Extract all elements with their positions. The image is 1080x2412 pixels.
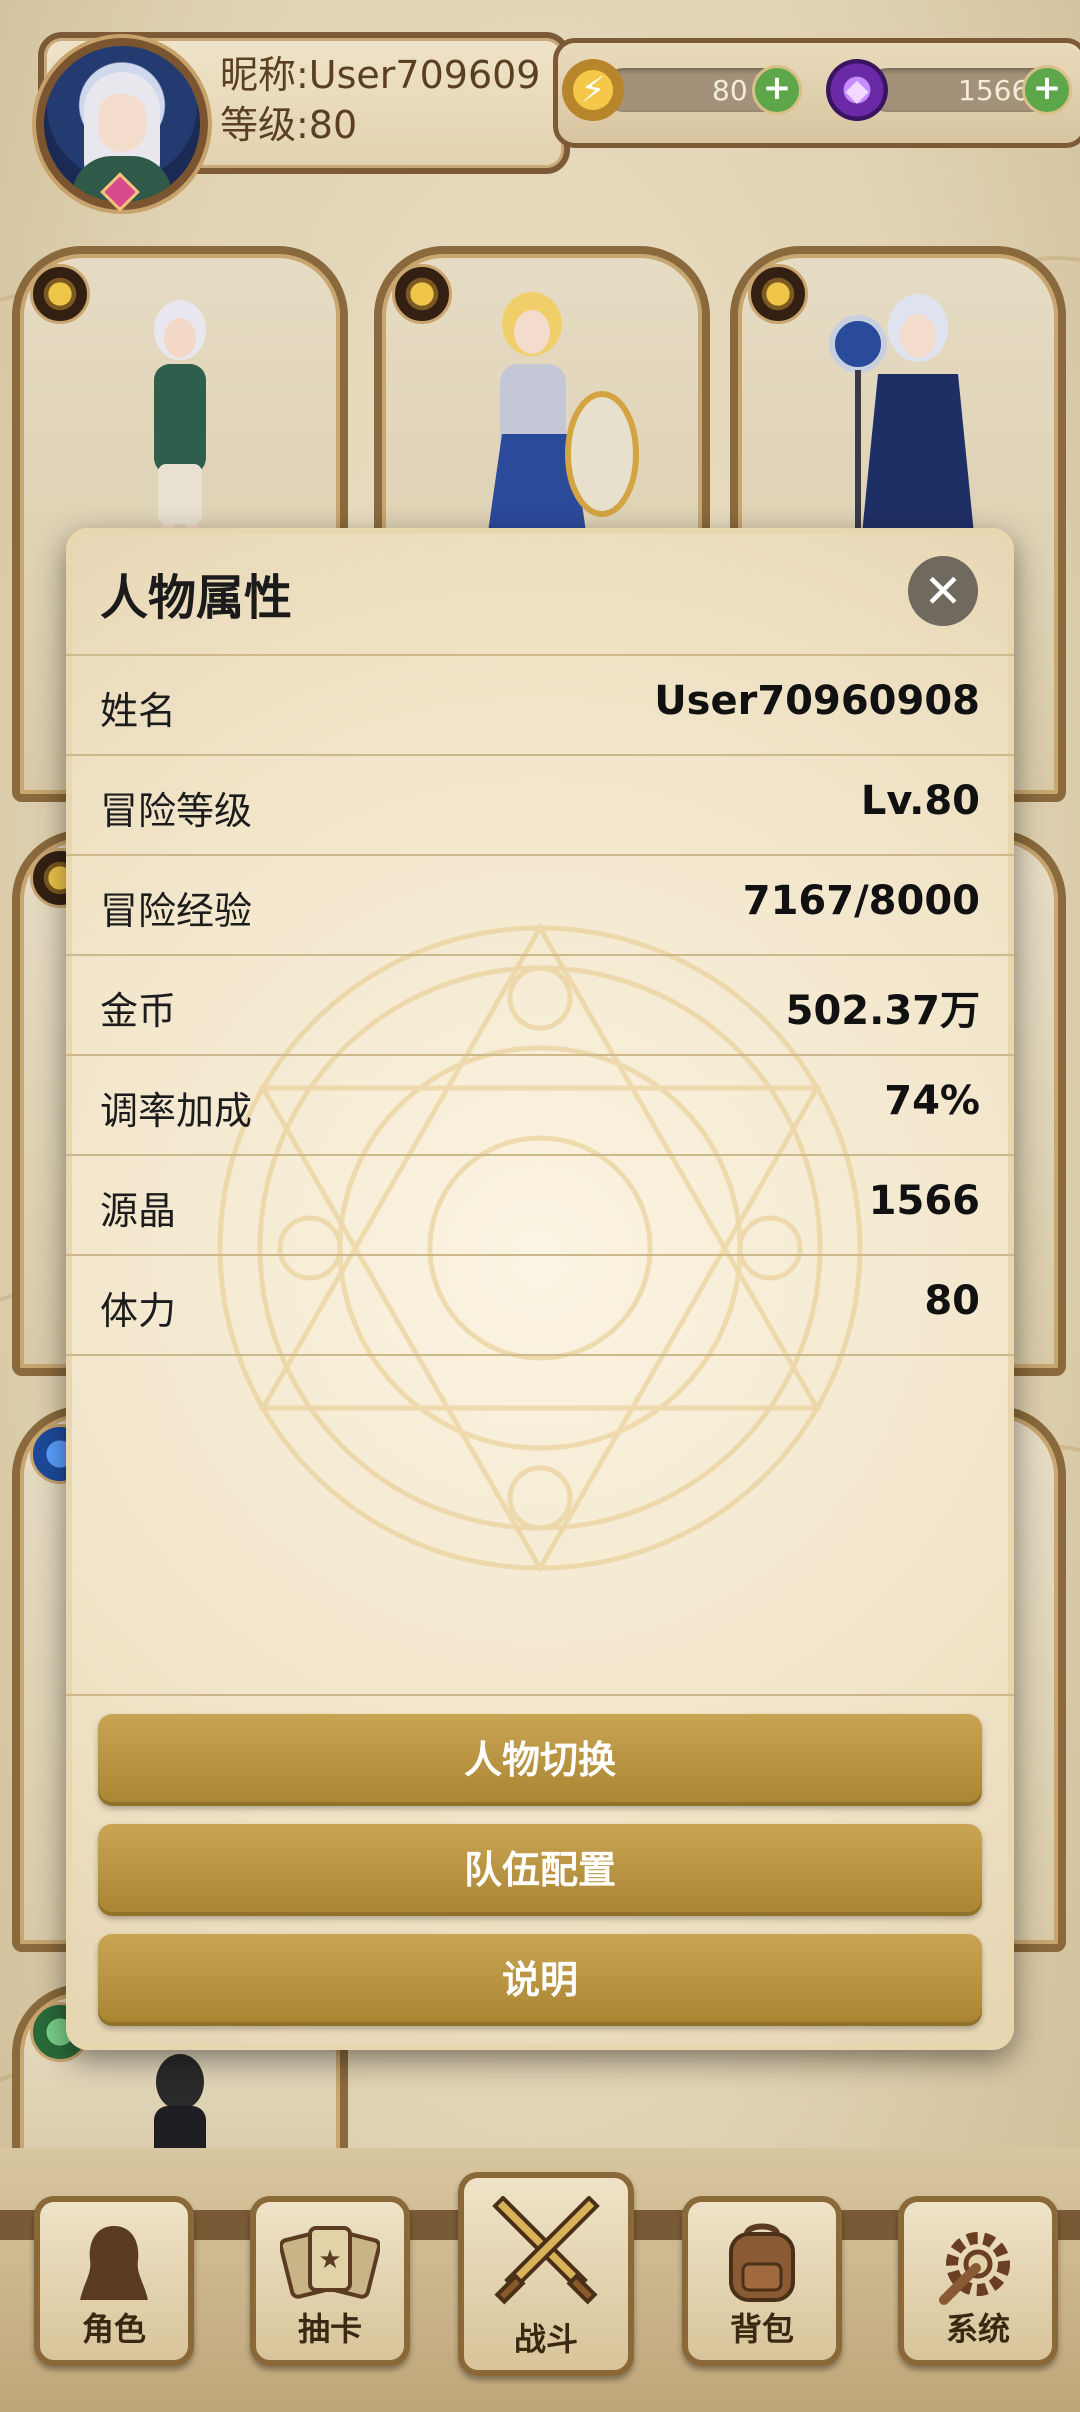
attribute-value: 502.37万 xyxy=(785,988,980,1034)
attribute-value: 74% xyxy=(884,1078,980,1124)
attribute-row-stamina: 体力 80 xyxy=(66,1254,1014,1356)
purple-crystal-icon: ◆ xyxy=(826,59,888,121)
attribute-label: 源晶 xyxy=(100,1189,177,1233)
add-crystal-button[interactable]: + xyxy=(1022,65,1072,115)
instructions-button[interactable]: 说明 xyxy=(98,1934,982,2026)
attribute-value: 7167/8000 xyxy=(742,878,980,924)
nav-label: 角色 xyxy=(81,2310,146,2348)
energy-resource: ⚡ 80 + xyxy=(562,59,812,121)
crystal-value: 1566 xyxy=(958,73,1030,107)
attribute-value: 1566 xyxy=(868,1178,980,1224)
attribute-label: 金币 xyxy=(100,989,177,1033)
level-text: 等级:80 xyxy=(220,103,358,147)
attribute-value: Lv.80 xyxy=(860,778,980,824)
attribute-row-adventure-level: 冒险等级 Lv.80 xyxy=(66,754,1014,856)
profile-info: 昵称:User709609 等级:80 xyxy=(220,50,540,150)
nickname-text: 昵称:User709609 xyxy=(220,53,541,97)
energy-value: 80 xyxy=(712,73,748,107)
lightning-icon: ⚡ xyxy=(562,59,624,121)
svg-text:★: ★ xyxy=(318,2245,341,2275)
top-header: 昵称:User709609 等级:80 ⚡ 80 + ◆ 1566 + xyxy=(18,10,1080,212)
attribute-row-rate-bonus: 调率加成 74% xyxy=(66,1054,1014,1156)
resource-bar: ⚡ 80 + ◆ 1566 + xyxy=(553,38,1080,148)
divider xyxy=(66,1694,1014,1696)
attribute-row-name: 姓名 User70960908 xyxy=(66,654,1014,756)
character-attributes-dialog: 人物属性 ✕ 姓名 User70960908 冒险等级 Lv.80 冒险经验 7… xyxy=(66,528,1014,2050)
attribute-row-source-crystal: 源晶 1566 xyxy=(66,1154,1014,1256)
attribute-label: 冒险经验 xyxy=(100,889,253,933)
divider xyxy=(66,1354,1014,1356)
nav-label: 系统 xyxy=(945,2310,1010,2348)
switch-character-button[interactable]: 人物切换 xyxy=(98,1714,982,1806)
crossed-swords-icon xyxy=(464,2195,628,2333)
close-button[interactable]: ✕ xyxy=(908,556,978,626)
close-icon: ✕ xyxy=(923,564,963,618)
nav-item-character[interactable]: 角色 xyxy=(34,2196,194,2366)
nav-item-battle[interactable]: 战斗 xyxy=(458,2172,634,2376)
nav-item-system[interactable]: 系统 xyxy=(898,2196,1058,2366)
attribute-value: User70960908 xyxy=(654,678,980,724)
nav-label: 背包 xyxy=(729,2310,794,2348)
nav-item-bag[interactable]: 背包 xyxy=(682,2196,842,2366)
attribute-label: 体力 xyxy=(100,1289,177,1333)
dialog-title: 人物属性 xyxy=(100,570,293,626)
attribute-label: 姓名 xyxy=(100,689,177,733)
attribute-label: 调率加成 xyxy=(100,1089,253,1133)
attribute-label: 冒险等级 xyxy=(100,789,253,833)
nav-label: 抽卡 xyxy=(297,2310,362,2348)
attribute-row-adventure-exp: 冒险经验 7167/8000 xyxy=(66,854,1014,956)
attribute-row-gold: 金币 502.37万 xyxy=(66,954,1014,1056)
team-config-button[interactable]: 队伍配置 xyxy=(98,1824,982,1916)
element-badge-icon xyxy=(30,264,90,324)
nav-label: 战斗 xyxy=(513,2320,578,2358)
attribute-value: 80 xyxy=(924,1278,980,1324)
crystal-resource: ◆ 1566 + xyxy=(826,59,1076,121)
add-energy-button[interactable]: + xyxy=(752,65,802,115)
nav-item-gacha[interactable]: ★ 抽卡 xyxy=(250,2196,410,2366)
